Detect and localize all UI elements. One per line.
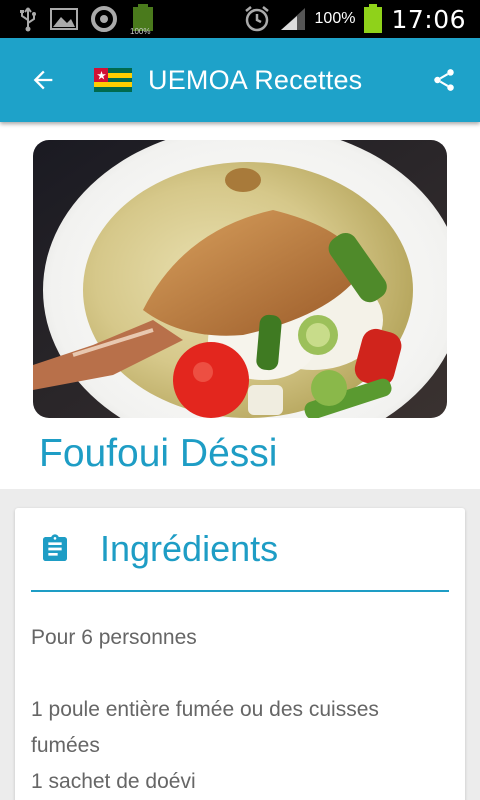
recipe-header-card: Foufoui Déssi <box>0 122 480 489</box>
battery-notification-icon: 100% <box>130 4 156 36</box>
recipe-title: Foufoui Déssi <box>39 432 278 475</box>
notification-icons: 100% <box>18 4 156 36</box>
clock: 17:06 <box>391 4 466 34</box>
ingredient-item: 1 poule entière fumée ou des cuisses fum… <box>31 698 379 757</box>
sync-icon <box>90 5 118 33</box>
battery-notification-label: 100% <box>130 27 151 36</box>
servings-text: Pour 6 personnes <box>31 626 197 649</box>
share-icon <box>434 69 454 91</box>
ingredients-list: Pour 6 personnes 1 poule entière fumée o… <box>31 592 449 800</box>
usb-icon <box>18 6 38 32</box>
system-icons: 100% 17:06 <box>243 4 466 34</box>
app-title: UEMOA Recettes <box>148 64 363 95</box>
battery-percent: 100% <box>314 10 356 27</box>
recipe-content[interactable]: Foufoui Déssi Ingrédients Pour 6 personn… <box>0 122 480 800</box>
app-bar: UEMOA Recettes <box>0 38 480 122</box>
togo-flag-icon <box>94 68 132 92</box>
status-bar: 100% 100% 17:06 <box>0 0 480 38</box>
ingredients-card: Ingrédients Pour 6 personnes 1 poule ent… <box>15 508 465 800</box>
back-button[interactable] <box>22 59 64 101</box>
arrow-left-icon <box>33 70 53 90</box>
ingredient-item: 1 sachet de doévi <box>31 770 196 793</box>
ingredients-heading: Ingrédients <box>100 528 279 569</box>
ingredients-header: Ingrédients <box>31 508 449 590</box>
signal-icon <box>279 6 307 32</box>
gallery-icon <box>50 7 78 31</box>
battery-icon <box>363 4 383 34</box>
recipe-photo <box>33 140 447 418</box>
share-button[interactable] <box>422 58 466 102</box>
clipboard-icon <box>36 530 74 568</box>
alarm-icon <box>243 5 271 33</box>
